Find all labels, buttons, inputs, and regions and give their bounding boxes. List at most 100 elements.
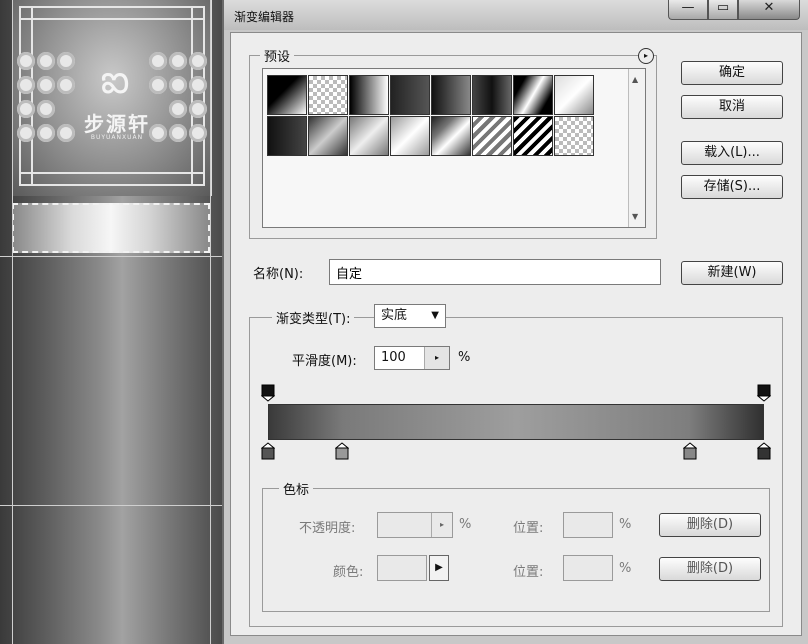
preset-swatch[interactable]	[513, 75, 553, 115]
preset-list[interactable]: ▲ ▼	[262, 68, 646, 228]
preset-swatch[interactable]	[267, 116, 307, 156]
opacity-location-input[interactable]	[563, 512, 613, 538]
brand-logo-subtext: BUYUANXUAN	[90, 134, 144, 141]
color-stops-group: 色标 不透明度: ▸ % 位置: % 删除(D) 颜色: ▶ 位置: % 删除(…	[262, 479, 770, 612]
name-label: 名称(N):	[253, 267, 304, 282]
gradient-type-select[interactable]: 实底 ▼	[374, 304, 446, 328]
coin-pattern	[189, 124, 207, 142]
coin-pattern	[149, 52, 167, 70]
load-button[interactable]: 载入(L)...	[681, 141, 783, 165]
preset-swatch[interactable]	[390, 75, 430, 115]
color-location-label: 位置:	[513, 565, 544, 580]
delete-opacity-stop-button[interactable]: 删除(D)	[659, 513, 761, 537]
opacity-stop-left[interactable]	[261, 384, 275, 402]
lattice-frame-top	[19, 6, 205, 20]
gradient-type-label: 渐变类型(T):	[272, 308, 355, 327]
guide-line-horizontal	[0, 256, 222, 257]
coin-pattern	[57, 52, 75, 70]
coin-pattern	[189, 100, 207, 118]
guide-line-horizontal	[0, 505, 222, 506]
coin-pattern	[17, 100, 35, 118]
guide-line-vertical	[210, 0, 211, 644]
preset-swatches	[267, 75, 595, 156]
marquee-selection[interactable]	[12, 203, 210, 253]
maximize-button[interactable]: ▭	[708, 0, 738, 20]
color-stop[interactable]	[757, 442, 771, 460]
coin-pattern	[37, 76, 55, 94]
scroll-up-icon[interactable]: ▲	[632, 75, 638, 84]
preset-swatch[interactable]	[431, 116, 471, 156]
preset-swatch[interactable]	[308, 75, 348, 115]
preset-swatch[interactable]	[267, 75, 307, 115]
color-location-input[interactable]	[563, 555, 613, 581]
smoothness-unit: %	[458, 350, 471, 365]
dialog-title: 渐变编辑器	[234, 10, 295, 24]
opacity-stop-right[interactable]	[757, 384, 771, 402]
opacity-location-unit: %	[619, 517, 632, 532]
preset-scrollbar[interactable]: ▲ ▼	[628, 69, 645, 227]
brand-logo-icon: ఐ	[100, 57, 130, 103]
color-stop[interactable]	[261, 442, 275, 460]
coin-pattern	[57, 76, 75, 94]
preset-swatch[interactable]	[349, 116, 389, 156]
ok-button[interactable]: 确定	[681, 61, 783, 85]
preset-swatch[interactable]	[554, 116, 594, 156]
color-label: 颜色:	[333, 565, 364, 580]
coin-pattern	[189, 76, 207, 94]
dialog-titlebar[interactable]: 渐变编辑器 — ▭ ✕	[224, 0, 808, 30]
preset-swatch[interactable]	[554, 75, 594, 115]
color-stop[interactable]	[683, 442, 697, 460]
color-stops-title: 色标	[279, 479, 314, 498]
smoothness-label: 平滑度(M):	[292, 354, 357, 369]
design-artwork: ఐ 步源轩 BUYUANXUAN	[12, 0, 212, 196]
opacity-location-label: 位置:	[513, 521, 544, 536]
cancel-button[interactable]: 取消	[681, 95, 783, 119]
preset-swatch[interactable]	[513, 116, 553, 156]
lattice-frame-left	[19, 6, 33, 186]
chevron-down-icon: ▼	[431, 310, 439, 321]
presets-title: 预设	[260, 46, 295, 65]
smoothness-dropdown-icon[interactable]: ▸	[424, 347, 449, 369]
coin-pattern	[17, 76, 35, 94]
color-menu-icon[interactable]: ▶	[429, 555, 449, 581]
coin-pattern	[37, 100, 55, 118]
coin-pattern	[37, 52, 55, 70]
color-swatch[interactable]	[377, 555, 427, 581]
color-stop[interactable]	[335, 442, 349, 460]
document-canvas: ఐ 步源轩 BUYUANXUAN	[0, 0, 222, 644]
name-input[interactable]	[329, 259, 661, 285]
delete-color-stop-button[interactable]: 删除(D)	[659, 557, 761, 581]
preset-swatch[interactable]	[431, 75, 471, 115]
opacity-dropdown-icon[interactable]: ▸	[431, 513, 452, 537]
minimize-button[interactable]: —	[668, 0, 708, 20]
coin-pattern	[17, 52, 35, 70]
preset-swatch[interactable]	[349, 75, 389, 115]
gradient-settings-group: 渐变类型(T): 实底 ▼ 平滑度(M): 100 ▸ % 色标 不透明度: ▸…	[249, 304, 783, 627]
smoothness-input[interactable]: 100 ▸	[374, 346, 450, 370]
scroll-down-icon[interactable]: ▼	[632, 212, 638, 221]
save-button[interactable]: 存储(S)...	[681, 175, 783, 199]
gradient-editor-dialog: 渐变编辑器 — ▭ ✕ 预设 ▸ ▲ ▼ 确定 取消 载入(L)... 存储(S…	[222, 0, 808, 644]
coin-pattern	[37, 124, 55, 142]
coin-pattern	[169, 76, 187, 94]
lattice-frame-bottom	[19, 172, 205, 186]
dialog-body: 预设 ▸ ▲ ▼ 确定 取消 载入(L)... 存储(S)... 名称(N): …	[230, 32, 802, 636]
gradient-preview-bar[interactable]	[268, 404, 764, 440]
color-location-unit: %	[619, 561, 632, 576]
presets-group: 预设 ▸ ▲ ▼	[249, 46, 657, 239]
preset-swatch[interactable]	[308, 116, 348, 156]
preset-swatch[interactable]	[472, 75, 512, 115]
close-button[interactable]: ✕	[738, 0, 800, 20]
coin-pattern	[149, 76, 167, 94]
preset-menu-icon[interactable]: ▸	[638, 48, 654, 64]
gradient-type-value: 实底	[381, 308, 408, 323]
coin-pattern	[169, 52, 187, 70]
coin-pattern	[17, 124, 35, 142]
preset-swatch[interactable]	[472, 116, 512, 156]
lattice-frame-right	[191, 6, 205, 186]
coin-pattern	[189, 52, 207, 70]
new-button[interactable]: 新建(W)	[681, 261, 783, 285]
preset-swatch[interactable]	[390, 116, 430, 156]
opacity-unit: %	[459, 517, 472, 532]
opacity-input[interactable]: ▸	[377, 512, 453, 538]
